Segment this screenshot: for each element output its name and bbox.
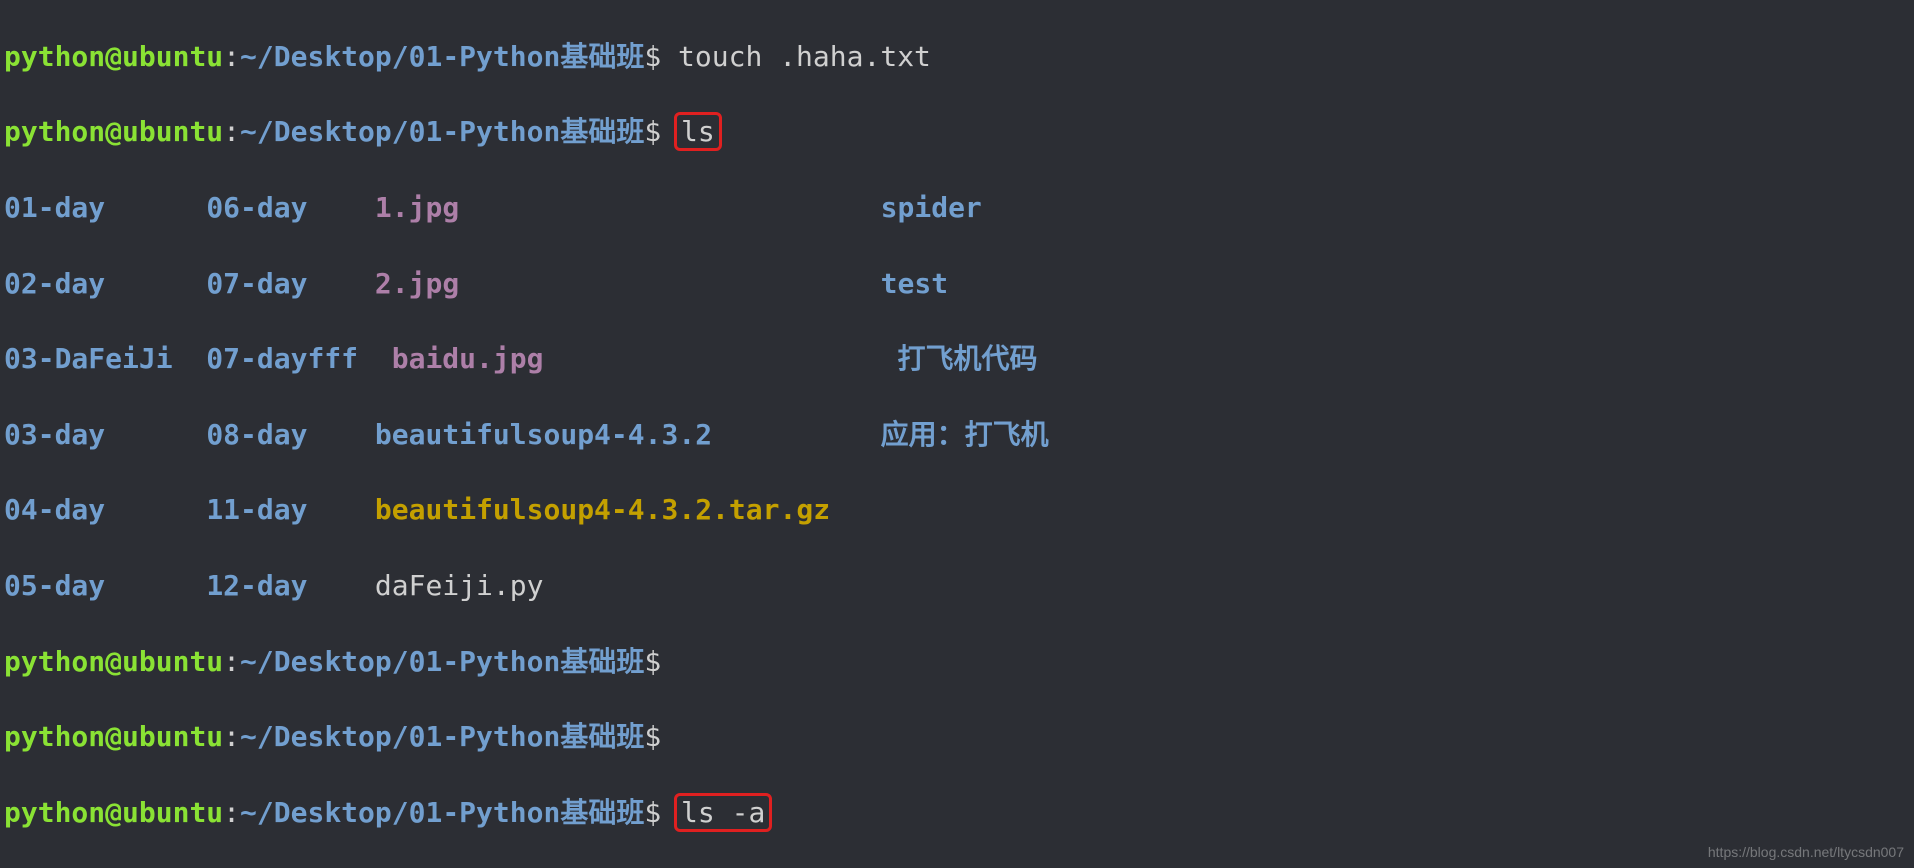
dir-entry: 03-day	[4, 418, 105, 451]
dir-entry: 01-day	[4, 191, 105, 224]
prompt-line-1: python@ubuntu:~/Desktop/01-Python基础班$ to…	[4, 38, 1910, 76]
image-entry: 2.jpg	[375, 267, 459, 300]
prompt-line-2: python@ubuntu:~/Desktop/01-Python基础班$ ls	[4, 113, 1910, 151]
dir-entry: 打飞机代码	[897, 342, 1037, 375]
ls-row-0: 01-day 06-day 1.jpg spider	[4, 189, 1910, 227]
prompt-colon: :	[223, 40, 240, 73]
dir-entry: 07-day	[206, 267, 307, 300]
dir-entry: 07-dayfff	[206, 342, 358, 375]
ls-row-5: 05-day 12-day daFeiji.py	[4, 567, 1910, 605]
ls-row-1: 02-day 07-day 2.jpg test	[4, 265, 1910, 303]
dir-entry: spider	[881, 191, 982, 224]
dir-entry: beautifulsoup4-4.3.2	[375, 418, 712, 451]
watermark-text: https://blog.csdn.net/ltycsdn007	[1708, 843, 1904, 862]
dir-entry: 应用：打飞机	[881, 418, 1049, 451]
prompt-host: ubuntu	[122, 40, 223, 73]
command-ls-highlighted: ls	[674, 112, 722, 151]
prompt-path: ~/Desktop/01-Python基础班	[240, 40, 644, 73]
image-entry: 1.jpg	[375, 191, 459, 224]
prompt-at: @	[105, 40, 122, 73]
dir-entry: 04-day	[4, 493, 105, 526]
prompt-line-5: python@ubuntu:~/Desktop/01-Python基础班$ ls…	[4, 794, 1910, 832]
prompt-line-4: python@ubuntu:~/Desktop/01-Python基础班$	[4, 718, 1910, 756]
prompt-dollar: $	[644, 40, 661, 73]
dir-entry: 05-day	[4, 569, 105, 602]
terminal-output[interactable]: python@ubuntu:~/Desktop/01-Python基础班$ to…	[0, 0, 1914, 868]
ls-row-2: 03-DaFeiJi 07-dayfff baidu.jpg 打飞机代码	[4, 340, 1910, 378]
command-touch: touch .haha.txt	[678, 40, 931, 73]
dir-entry: 06-day	[206, 191, 307, 224]
ls-row-4: 04-day 11-day beautifulsoup4-4.3.2.tar.g…	[4, 491, 1910, 529]
prompt-line-3: python@ubuntu:~/Desktop/01-Python基础班$	[4, 643, 1910, 681]
dir-entry: 02-day	[4, 267, 105, 300]
ls-row-3: 03-day 08-day beautifulsoup4-4.3.2 应用：打飞…	[4, 416, 1910, 454]
dir-entry: 03-DaFeiJi	[4, 342, 173, 375]
dir-entry: test	[881, 267, 948, 300]
command-lsa-highlighted: ls -a	[674, 793, 772, 832]
dir-entry: 11-day	[206, 493, 307, 526]
prompt-user: python	[4, 40, 105, 73]
archive-entry: beautifulsoup4-4.3.2.tar.gz	[375, 493, 830, 526]
dir-entry: 12-day	[206, 569, 307, 602]
dir-entry: 08-day	[206, 418, 307, 451]
file-entry: daFeiji.py	[375, 569, 544, 602]
image-entry: baidu.jpg	[392, 342, 544, 375]
